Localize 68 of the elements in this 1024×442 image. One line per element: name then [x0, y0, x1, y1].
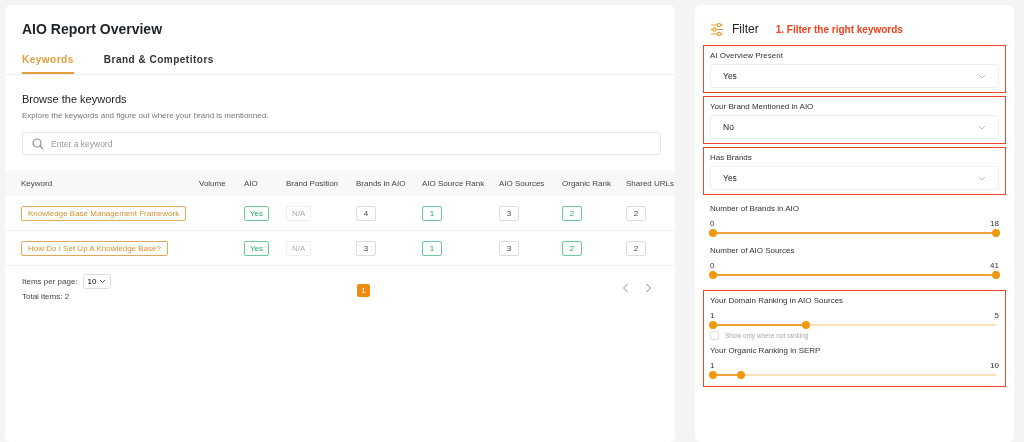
select-field[interactable]: Yes [710, 166, 999, 190]
slider-handle[interactable] [802, 321, 811, 329]
caret-icon [98, 279, 106, 284]
search-field[interactable]: Enter a keyword [22, 132, 661, 155]
column-header: Organic Rank [561, 178, 612, 188]
range-max: 41 [990, 261, 999, 270]
filter-label: Number of AIO Sources [710, 245, 796, 257]
value-badge: 4 [356, 205, 376, 221]
column-header: AIO [243, 178, 259, 188]
section-description: Explore the keywords and figure out where your brand is mentionned. [21, 110, 270, 120]
value-badge: N/A [286, 240, 312, 256]
range-max: 10 [990, 361, 999, 370]
sliders-icon [710, 22, 724, 36]
total-items: Total items: 2 [22, 292, 71, 301]
value-badge: 3 [499, 240, 519, 256]
column-header: AIO Sources [498, 178, 546, 188]
value-badge: 2 [562, 240, 582, 256]
value-badge: Yes [244, 205, 270, 221]
range-min: 1 [710, 311, 715, 320]
slider-handle[interactable] [709, 271, 717, 279]
range-max: 5 [994, 311, 999, 320]
annotation-text: 1. Filter the right keywords [775, 23, 903, 35]
value-badge: 2 [626, 205, 646, 221]
value-badge: 3 [356, 240, 376, 256]
page-title: AIO Report Overview [21, 20, 164, 37]
slider-handle[interactable] [709, 321, 717, 329]
slider-handle[interactable] [709, 371, 717, 379]
items-per-page-label: Items per page: [22, 277, 78, 286]
filter-title: Filter [732, 22, 759, 36]
value-badge: N/A [286, 205, 312, 221]
column-header: AIO Source Rank [421, 178, 486, 188]
section-title: Browse the keywords [21, 92, 128, 105]
filter-label: Your Organic Ranking in SERP [710, 345, 822, 357]
slider-handle[interactable] [992, 271, 1000, 279]
column-header: Volume [198, 178, 227, 188]
select-field[interactable]: Yes [710, 64, 999, 88]
value-badge: Yes [244, 240, 270, 256]
chevron-right-icon[interactable] [645, 282, 652, 293]
chevron-down-icon [978, 73, 986, 79]
slider-handle[interactable] [709, 229, 717, 237]
chevron-left-icon[interactable] [622, 282, 629, 293]
column-header: Keyword [20, 178, 54, 188]
tab[interactable]: Brand & Competitors [103, 54, 214, 74]
value-badge: 2 [562, 205, 582, 221]
select-field[interactable]: No [710, 115, 999, 139]
column-header: Brand Position [285, 178, 340, 188]
items-per-page-select[interactable]: 10 [82, 274, 111, 289]
filter-label: Your Domain Ranking in AIO Sources [710, 295, 845, 307]
chevron-down-icon [978, 175, 986, 181]
slider-handle[interactable] [992, 229, 1000, 237]
slider-handle[interactable] [737, 371, 746, 379]
range-max: 18 [990, 219, 999, 228]
value-badge: 2 [626, 240, 646, 256]
filter-label: AI Overview Present [710, 50, 784, 62]
range-min: 0 [710, 219, 715, 228]
checkbox[interactable] [710, 331, 719, 340]
value-badge: 1 [422, 205, 442, 221]
filter-label: Number of Brands in AIO [710, 203, 800, 215]
value-badge: 1 [422, 240, 442, 256]
chevron-down-icon [978, 124, 986, 130]
filter-label: Your Brand Mentioned in AIO [710, 101, 815, 113]
range-min: 1 [710, 361, 715, 370]
column-header: Shared URLs [625, 178, 675, 188]
value-badge: 3 [499, 205, 519, 221]
column-header: Brands in AIO [355, 178, 407, 188]
range-min: 0 [710, 261, 715, 270]
filter-label: Has Brands [710, 152, 753, 164]
search-icon [32, 138, 44, 150]
